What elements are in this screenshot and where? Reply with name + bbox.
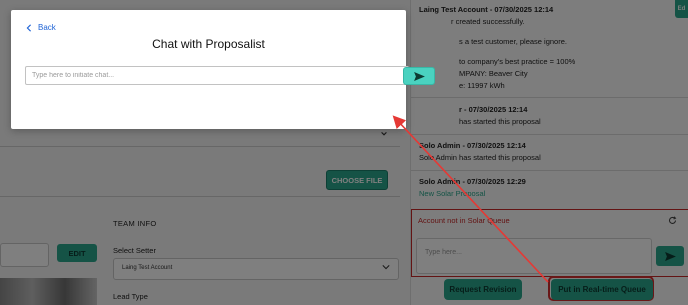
back-link[interactable]: Back (26, 23, 56, 32)
chat-input[interactable] (25, 66, 409, 85)
back-label: Back (38, 23, 56, 32)
chat-modal: Back Chat with Proposalist (11, 10, 435, 129)
modal-title: Chat with Proposalist (152, 37, 265, 51)
chevron-left-icon (26, 23, 31, 32)
chat-send-button[interactable] (403, 67, 435, 85)
send-icon (413, 71, 425, 81)
